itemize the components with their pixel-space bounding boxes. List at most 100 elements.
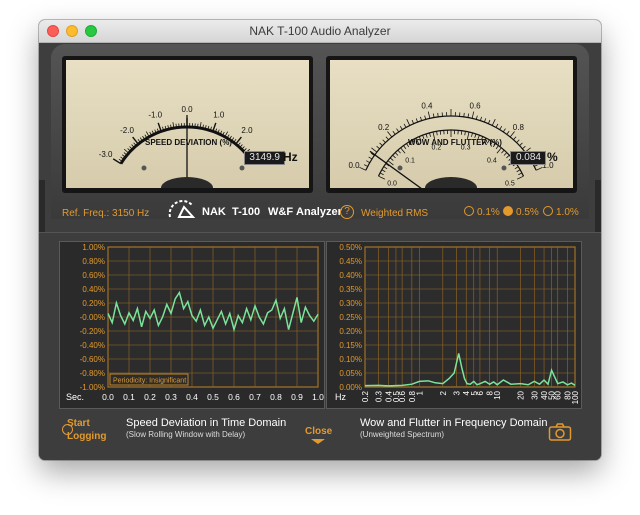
y-tick-label: 0.50% xyxy=(339,243,362,252)
time-domain-plot: 1.00% 0.80% 0.60% 0.40% 0.20% -0.00% -0.20% -0.… xyxy=(66,243,324,402)
x-tick-label: 0.3 xyxy=(165,392,177,402)
outer-tick xyxy=(427,111,431,119)
y-tick-label: -1.00% xyxy=(80,383,105,392)
time-domain-chart: 1.00% 0.80% 0.60% 0.40% 0.20% -0.00% -0.20% -0.… xyxy=(59,241,325,409)
outer-tick xyxy=(411,119,415,124)
x-tick-label: 20 xyxy=(517,390,526,399)
outer-tick xyxy=(516,139,520,143)
inner-tick xyxy=(516,169,521,173)
wow-flutter-unit: % xyxy=(547,150,558,164)
title-bar[interactable]: NAK T-100 Audio Analyzer xyxy=(39,20,601,43)
radio-dot xyxy=(464,206,474,216)
x-tick-label: 0.0 xyxy=(102,392,114,402)
x-tick-label: 0.8 xyxy=(270,392,282,402)
scale-label: 0.0 xyxy=(181,105,193,114)
app-window: NAK T-100 Audio Analyzer -3.0 -2.0 -1.0 0.0… xyxy=(39,20,601,460)
inner-tick xyxy=(383,166,388,170)
frequency-readout: 3149.9 xyxy=(244,151,285,165)
scale-label: 1.0 xyxy=(213,110,225,119)
x-tick-label: 60 xyxy=(554,390,563,399)
needle-pivot-cover xyxy=(425,177,477,188)
camera-icon[interactable] xyxy=(548,422,572,442)
inner-tick xyxy=(397,149,401,154)
outer-tick xyxy=(415,118,418,123)
wow-flutter-meter: 0.0 0.2 0.4 0.6 0.8 1.0 0.0 0.1 0.2 0.3 0.4 0.5 WOW… xyxy=(326,56,577,193)
range-label: 1.0% xyxy=(556,207,579,218)
range-radio-0-1[interactable]: 0.1% xyxy=(464,206,500,218)
inner-tick xyxy=(392,154,396,159)
weighted-rms-label: Weighted RMS xyxy=(361,208,429,219)
y-tick-label: 1.00% xyxy=(82,243,105,252)
range-label: 0.1% xyxy=(477,207,500,218)
y-tick-label: 0.20% xyxy=(82,299,105,308)
y-tick-label: 0.35% xyxy=(339,285,362,294)
time-chart-subtitle: (Slow Rolling Window with Delay) xyxy=(126,430,246,439)
inner-tick xyxy=(379,172,384,176)
inner-tick xyxy=(516,175,524,180)
x-tick-label: 2 xyxy=(439,390,448,395)
x-tick-label: 0.7 xyxy=(249,392,261,402)
y-tick-label: 0.05% xyxy=(339,369,362,378)
scale-tick xyxy=(212,122,217,132)
window-title: NAK T-100 Audio Analyzer xyxy=(249,24,391,38)
x-tick-label: 1.0 xyxy=(312,392,324,402)
scale-tick xyxy=(123,148,129,154)
inner-tick xyxy=(460,130,463,135)
y-tick-label: 0.30% xyxy=(339,299,362,308)
outer-tick xyxy=(382,139,386,143)
outer-tick xyxy=(509,131,515,138)
start-logging-button[interactable]: Start Logging xyxy=(67,417,106,443)
reference-frequency: Ref. Freq.: 3150 Hz xyxy=(62,208,150,219)
outer-tick xyxy=(420,116,423,121)
outer-tick xyxy=(399,125,403,130)
scale-label: -1.0 xyxy=(148,110,162,119)
close-button[interactable]: Close xyxy=(305,426,332,437)
y-tick-label: 0.45% xyxy=(339,257,362,266)
adjust-screw-left xyxy=(397,165,403,171)
x-tick-label: 1 xyxy=(415,390,424,395)
logging-label: Logging xyxy=(67,431,107,442)
radio-dot xyxy=(543,206,553,216)
speed-deviation-title: SPEED DEVIATION (%) xyxy=(145,138,232,147)
scale-label: -3.0 xyxy=(99,150,113,159)
x-tick-label: 0.3 xyxy=(375,390,384,402)
inner-tick xyxy=(403,145,407,150)
y-tick-label: -0.60% xyxy=(80,355,105,364)
frequency-unit: Hz xyxy=(283,150,298,164)
outer-tick xyxy=(432,113,435,118)
scale-tick xyxy=(157,122,162,132)
time-chart-title: Speed Deviation in Time Domain xyxy=(126,417,287,429)
outer-tick xyxy=(471,111,475,119)
wow-flutter-readout: 0.084 xyxy=(510,151,546,165)
outer-tick xyxy=(506,130,510,135)
side-tab-left xyxy=(39,180,45,234)
x-tick-label: 0.5 xyxy=(207,392,219,402)
outer-tick xyxy=(487,119,491,124)
inner-tick xyxy=(429,132,431,137)
y-tick-label: 0.10% xyxy=(339,355,362,364)
y-tick-label: 0.00% xyxy=(339,383,362,392)
range-label: 0.5% xyxy=(516,207,539,218)
outer-tick xyxy=(513,136,517,140)
inner-tick xyxy=(439,130,442,135)
x-tick-label: 0.6 xyxy=(398,390,407,402)
y-tick-label: -0.20% xyxy=(80,327,105,336)
outer-scale-label: 0.2 xyxy=(378,123,390,132)
range-radio-0-5[interactable]: 0.5% xyxy=(503,206,539,218)
outer-tick xyxy=(371,147,378,153)
outer-tick xyxy=(366,160,370,164)
help-button[interactable]: ? xyxy=(340,205,354,219)
inner-tick xyxy=(506,154,510,159)
inner-tick xyxy=(471,132,473,137)
chevron-down-icon[interactable] xyxy=(311,439,325,444)
adjust-screw-left xyxy=(141,165,147,171)
brand-analyzer: Analyzer xyxy=(296,206,342,218)
outer-tick xyxy=(392,130,396,135)
range-radio-1-0[interactable]: 1.0% xyxy=(543,206,579,218)
outer-tick xyxy=(437,112,439,117)
outer-tick xyxy=(368,156,373,160)
x-tick-label: 100 xyxy=(571,390,580,404)
x-axis-label: Hz xyxy=(335,392,346,402)
radio-dot-selected xyxy=(503,206,513,216)
nak-logo-icon xyxy=(168,200,196,218)
